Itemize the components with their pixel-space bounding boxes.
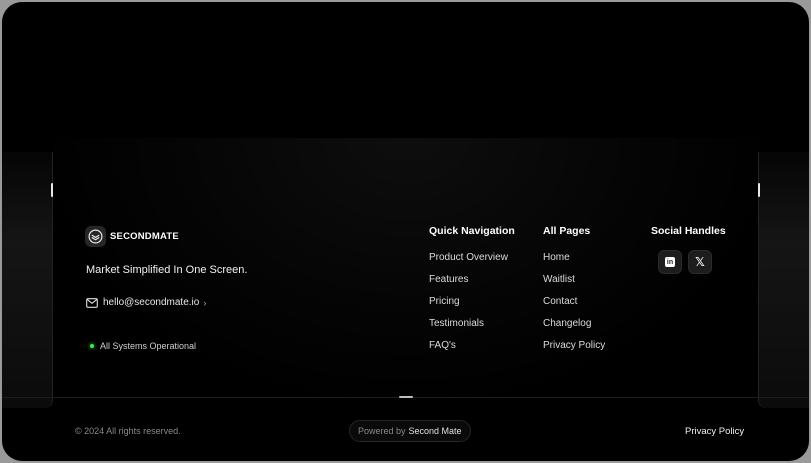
x-icon: 𝕏 [695, 255, 705, 269]
page-link-waitlist[interactable]: Waitlist [543, 274, 605, 296]
status-text: All Systems Operational [100, 341, 197, 351]
social-handles-title: Social Handles [651, 225, 726, 237]
brand[interactable]: SECONDMATE [85, 226, 179, 247]
email-link[interactable]: hello@secondmate.io › [86, 297, 206, 308]
right-edge-marker [758, 183, 760, 197]
page-link-home[interactable]: Home [543, 252, 605, 274]
nav-link-features[interactable]: Features [429, 274, 515, 296]
linkedin-icon: in [665, 257, 675, 267]
right-side-panel [758, 152, 809, 408]
left-edge-marker [51, 183, 53, 197]
footer-frame: SECONDMATE Market Simplified In One Scre… [2, 2, 809, 461]
page-link-changelog[interactable]: Changelog [543, 318, 605, 340]
linkedin-button[interactable]: in [658, 250, 682, 274]
nav-link-testimonials[interactable]: Testimonials [429, 318, 515, 340]
page-link-contact[interactable]: Contact [543, 296, 605, 318]
left-side-panel [2, 152, 53, 408]
quick-navigation-title: Quick Navigation [429, 225, 515, 237]
tagline: Market Simplified In One Screen. [86, 264, 248, 276]
powered-by-prefix: Powered by [358, 426, 406, 436]
copyright: © 2024 All rights reserved. [75, 426, 181, 436]
all-pages: All Pages Home Waitlist Contact Changelo… [543, 225, 605, 362]
drag-handle [399, 396, 413, 398]
status-dot-icon [90, 344, 94, 348]
powered-by-brand: Second Mate [408, 426, 462, 436]
nav-link-product-overview[interactable]: Product Overview [429, 252, 515, 274]
quick-navigation: Quick Navigation Product Overview Featur… [429, 225, 515, 362]
secondmate-logo-icon [85, 226, 106, 247]
page-link-privacy-policy[interactable]: Privacy Policy [543, 340, 605, 362]
social-handles: Social Handles in 𝕏 [651, 225, 726, 274]
privacy-policy-link[interactable]: Privacy Policy [685, 426, 744, 437]
all-pages-title: All Pages [543, 225, 591, 237]
nav-link-faqs[interactable]: FAQ's [429, 340, 515, 362]
system-status: All Systems Operational [90, 341, 196, 351]
x-button[interactable]: 𝕏 [688, 250, 712, 274]
email-text: hello@secondmate.io [103, 297, 200, 308]
mail-icon [86, 297, 98, 308]
powered-by-badge[interactable]: Powered by Second Mate [349, 420, 471, 442]
nav-link-pricing[interactable]: Pricing [429, 296, 515, 318]
chevron-right-icon: › [203, 297, 207, 308]
brand-name: SECONDMATE [110, 231, 179, 242]
